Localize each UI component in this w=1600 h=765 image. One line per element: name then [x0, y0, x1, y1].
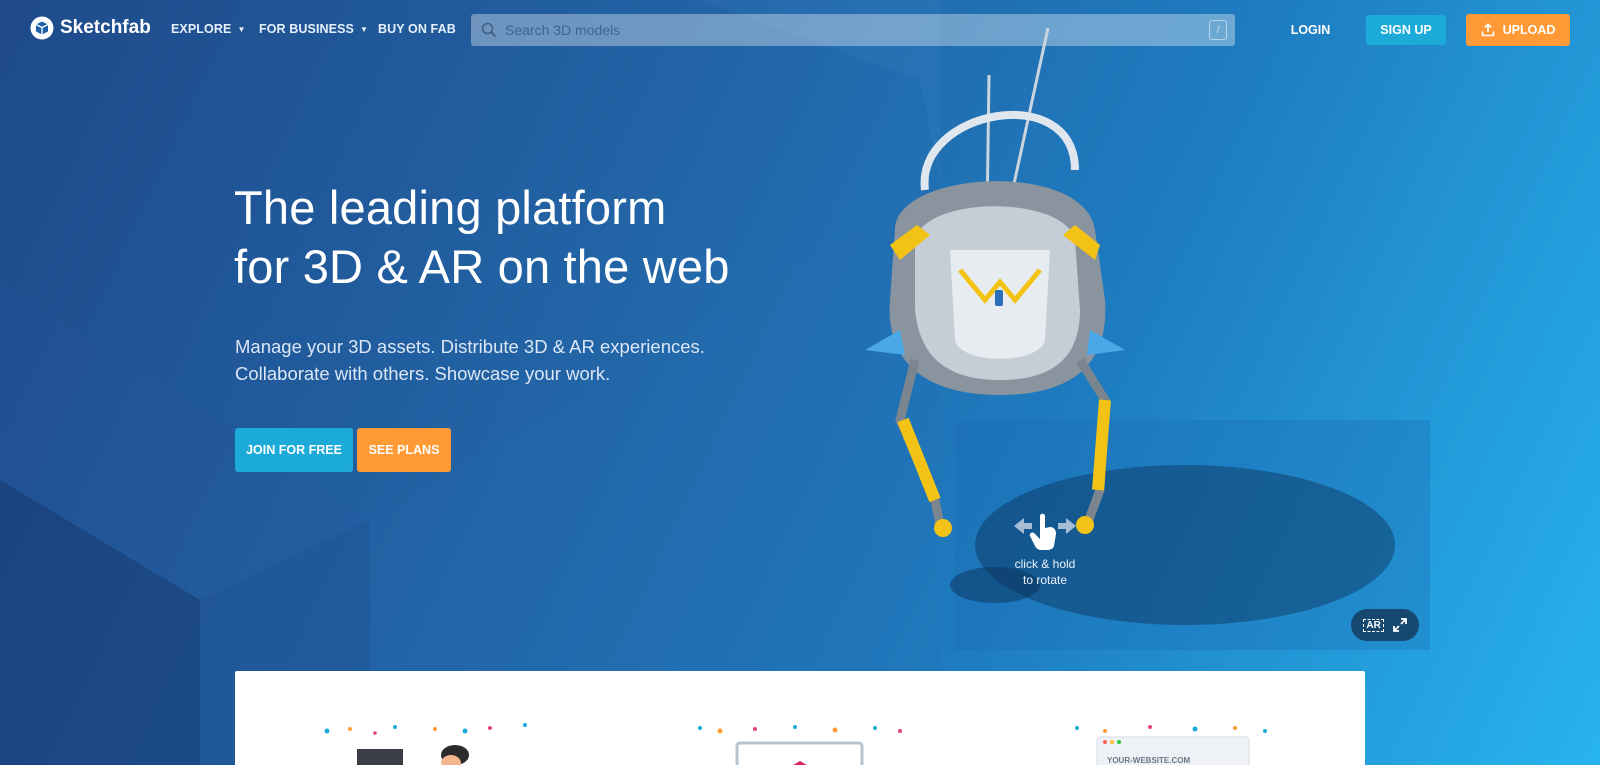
join-for-free-button[interactable]: JOIN FOR FREE — [235, 428, 353, 472]
robot-3d-model — [865, 27, 1395, 625]
hero-headline-line2: for 3D & AR on the web — [234, 240, 730, 293]
chevron-down-icon: ▼ — [237, 24, 246, 34]
upload-icon — [1481, 23, 1494, 37]
fullscreen-icon[interactable] — [1392, 618, 1407, 632]
see-plans-button[interactable]: SEE PLANS — [357, 428, 451, 472]
sketchfab-logo-icon — [30, 16, 54, 40]
hero-subtitle-line1: Manage your 3D assets. Distribute 3D & A… — [235, 336, 705, 357]
nav-explore[interactable]: EXPLORE ▼ — [171, 22, 245, 36]
nav-for-business[interactable]: FOR BUSINESS ▼ — [259, 22, 368, 36]
website-label: YOUR-WEBSITE.COM — [1107, 756, 1190, 765]
upload-button-label: UPLOAD — [1502, 23, 1556, 37]
sketchfab-logo[interactable]: Sketchfab — [30, 16, 151, 40]
hero-headline-line1: The leading platform — [234, 181, 667, 234]
nav-explore-label: EXPLORE — [171, 22, 232, 36]
rotate-hint: click & hold to rotate — [990, 512, 1100, 588]
ar-view-button[interactable]: AR — [1363, 618, 1384, 632]
nav-buy-on-fab[interactable]: BUY ON FAB — [378, 22, 456, 36]
nav-buy-on-fab-label: BUY ON FAB — [378, 22, 456, 36]
rotate-hint-line2: to rotate — [1022, 573, 1068, 587]
chevron-down-icon: ▼ — [359, 24, 368, 34]
viewer-controls: AR — [1351, 609, 1419, 641]
hero-subtitle: Manage your 3D assets. Distribute 3D & A… — [235, 333, 705, 387]
rotate-hint-line1: click & hold — [1014, 557, 1076, 571]
3d-model-viewer[interactable] — [855, 20, 1430, 650]
upload-button[interactable]: UPLOAD — [1466, 14, 1570, 46]
nav-for-business-label: FOR BUSINESS — [259, 22, 354, 36]
hero-headline: The leading platform for 3D & AR on the … — [234, 178, 730, 296]
feature-illustrations: YOUR-WEBSITE.COM — [324, 723, 1267, 765]
search-icon — [481, 22, 497, 38]
hand-drag-icon — [1014, 513, 1076, 550]
brand-name: Sketchfab — [60, 17, 151, 38]
hero-subtitle-line2: Collaborate with others. Showcase your w… — [235, 363, 611, 384]
features-card: YOUR-WEBSITE.COM — [235, 671, 1365, 765]
